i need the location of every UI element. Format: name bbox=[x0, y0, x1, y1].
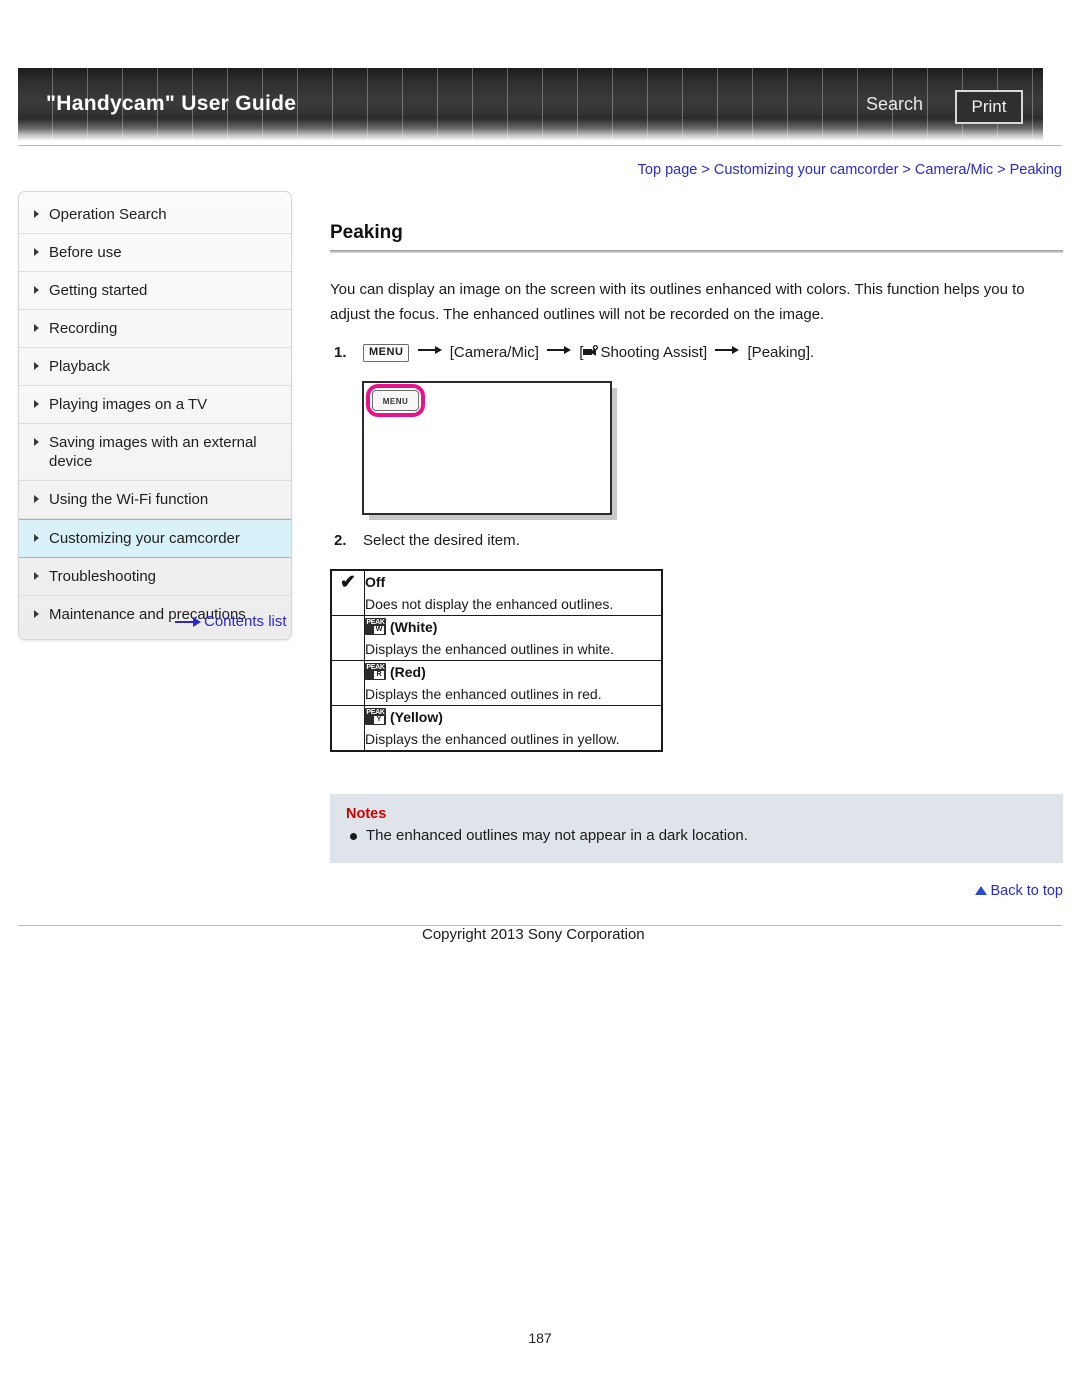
option-cell: PEAK R (Red) Displays the enhanced outline… bbox=[364, 660, 663, 706]
sidebar-item-getting-started[interactable]: Getting started bbox=[19, 272, 291, 310]
menu-button-icon: MENU bbox=[363, 344, 410, 362]
option-description: Displays the enhanced outlines in yellow… bbox=[365, 731, 620, 747]
sidebar-item-label: Operation Search bbox=[49, 206, 167, 223]
intro-paragraph: You can display an image on the screen w… bbox=[330, 281, 1025, 323]
chevron-right-icon bbox=[34, 572, 39, 580]
sidebar-item-label: Getting started bbox=[49, 282, 148, 299]
chevron-right-icon bbox=[34, 534, 39, 542]
chevron-right-icon bbox=[34, 400, 39, 408]
sidebar-item-playback[interactable]: Playback bbox=[19, 348, 291, 386]
step-1-shooting-assist: Shooting Assist] bbox=[600, 344, 708, 361]
checkmark-cell bbox=[330, 615, 365, 661]
camcorder-settings-icon bbox=[583, 343, 599, 367]
option-name: Off bbox=[365, 574, 386, 590]
arrow-right-icon bbox=[175, 617, 201, 628]
main-content: Peaking You can display an image on the … bbox=[330, 222, 1063, 899]
checkmark-cell bbox=[330, 660, 365, 706]
page-title: Peaking bbox=[330, 222, 403, 243]
sidebar-item-troubleshooting[interactable]: Troubleshooting bbox=[19, 558, 291, 596]
contents-list-label: Contents list bbox=[204, 613, 287, 630]
sidebar-item-using-wifi-function[interactable]: Using the Wi-Fi function bbox=[19, 481, 291, 519]
triangle-up-icon bbox=[975, 886, 988, 895]
step-1-number: 1. bbox=[334, 344, 347, 361]
step-1-camera-mic: [Camera/Mic] bbox=[449, 344, 539, 361]
peaking-red-icon: PEAK R bbox=[365, 663, 386, 680]
options-table: ✔ Off Does not display the enhanced outl… bbox=[330, 569, 663, 752]
option-name-row: PEAK R (Red) bbox=[365, 661, 661, 683]
app-title: "Handycam" User Guide bbox=[46, 92, 297, 115]
page-number: 187 bbox=[528, 1330, 552, 1346]
back-to-top-link[interactable]: Back to top bbox=[330, 883, 1063, 899]
arrow-right-icon bbox=[715, 346, 740, 354]
chevron-right-icon bbox=[34, 610, 39, 618]
table-row: ✔ Off Does not display the enhanced outl… bbox=[330, 569, 663, 616]
copyright-text: Copyright 2013 Sony Corporation bbox=[422, 926, 645, 943]
sidebar-item-customizing-your-camcorder[interactable]: Customizing your camcorder bbox=[19, 519, 291, 558]
step-1-peaking: [Peaking]. bbox=[747, 344, 815, 361]
notes-box: Notes The enhanced outlines may not appe… bbox=[330, 794, 1063, 863]
option-description: Displays the enhanced outlines in white. bbox=[365, 641, 615, 657]
print-button[interactable]: Print bbox=[955, 90, 1023, 124]
option-description: Does not display the enhanced outlines. bbox=[365, 596, 614, 612]
chevron-right-icon bbox=[34, 362, 39, 370]
sidebar-item-label: Saving images with an external device bbox=[49, 434, 257, 470]
bullet-icon bbox=[350, 833, 357, 840]
checkmark-icon: ✔ bbox=[330, 569, 365, 616]
title-divider bbox=[330, 250, 1063, 253]
option-cell: Off Does not display the enhanced outlin… bbox=[364, 569, 663, 616]
option-name: (White) bbox=[390, 619, 438, 635]
sidebar-item-playing-images-on-a-tv[interactable]: Playing images on a TV bbox=[19, 386, 291, 424]
sidebar-item-label: Playing images on a TV bbox=[49, 396, 208, 413]
peaking-yellow-icon: PEAK Y bbox=[365, 708, 386, 725]
arrow-right-icon bbox=[547, 346, 572, 354]
chevron-right-icon bbox=[34, 438, 39, 446]
notes-title: Notes bbox=[346, 806, 387, 822]
peaking-white-icon: PEAK W bbox=[365, 618, 386, 635]
sidebar-item-label: Playback bbox=[49, 358, 110, 375]
step-1: 1. MENU [Camera/Mic] [Shooting Assist] [… bbox=[330, 341, 1063, 367]
breadcrumb[interactable]: Top page > Customizing your camcorder > … bbox=[638, 162, 1062, 178]
checkmark-cell bbox=[330, 705, 365, 752]
chevron-right-icon bbox=[34, 210, 39, 218]
chevron-right-icon bbox=[34, 495, 39, 503]
screen-illustration: MENU bbox=[362, 381, 612, 515]
sidebar-nav: Operation Search Before use Getting star… bbox=[18, 191, 292, 640]
arrow-right-icon bbox=[417, 346, 442, 354]
highlight-callout bbox=[366, 384, 425, 417]
option-name: (Yellow) bbox=[390, 709, 443, 725]
table-row: PEAK W (White) Displays the enhanced outli… bbox=[330, 615, 663, 661]
sidebar-item-label: Recording bbox=[49, 320, 118, 337]
note-item: The enhanced outlines may not appear in … bbox=[346, 825, 1047, 847]
sidebar-item-label: Troubleshooting bbox=[49, 568, 157, 585]
option-cell: PEAK Y (Yellow) Displays the enhanced outl… bbox=[364, 705, 663, 752]
option-description: Displays the enhanced outlines in red. bbox=[365, 686, 602, 702]
option-name: (Red) bbox=[390, 664, 426, 680]
contents-list-link[interactable]: Contents list bbox=[175, 613, 287, 630]
step-2-number: 2. bbox=[334, 532, 347, 549]
note-text: The enhanced outlines may not appear in … bbox=[366, 827, 748, 844]
option-cell: PEAK W (White) Displays the enhanced outli… bbox=[364, 615, 663, 661]
option-name-row: PEAK Y (Yellow) bbox=[365, 706, 661, 728]
chevron-right-icon bbox=[34, 286, 39, 294]
header-divider bbox=[18, 145, 1062, 146]
search-link[interactable]: Search bbox=[866, 94, 923, 115]
sidebar-item-label: Before use bbox=[49, 244, 122, 261]
back-to-top-label: Back to top bbox=[990, 883, 1063, 899]
sidebar-item-before-use[interactable]: Before use bbox=[19, 234, 291, 272]
header-banner: "Handycam" User Guide Search Print bbox=[18, 68, 1043, 140]
sidebar-item-label: Customizing your camcorder bbox=[49, 530, 240, 547]
option-name-row: PEAK W (White) bbox=[365, 616, 661, 638]
table-row: PEAK R (Red) Displays the enhanced outline… bbox=[330, 660, 663, 706]
chevron-right-icon bbox=[34, 324, 39, 332]
chevron-right-icon bbox=[34, 248, 39, 256]
sidebar-item-saving-images-external-device[interactable]: Saving images with an external device bbox=[19, 424, 291, 481]
sidebar-item-label: Using the Wi-Fi function bbox=[49, 491, 209, 508]
sidebar-item-recording[interactable]: Recording bbox=[19, 310, 291, 348]
step-2-text: Select the desired item. bbox=[363, 532, 520, 549]
sidebar-item-operation-search[interactable]: Operation Search bbox=[19, 196, 291, 234]
table-row: PEAK Y (Yellow) Displays the enhanced outl… bbox=[330, 705, 663, 752]
step-2: 2. Select the desired item. bbox=[330, 529, 1063, 553]
